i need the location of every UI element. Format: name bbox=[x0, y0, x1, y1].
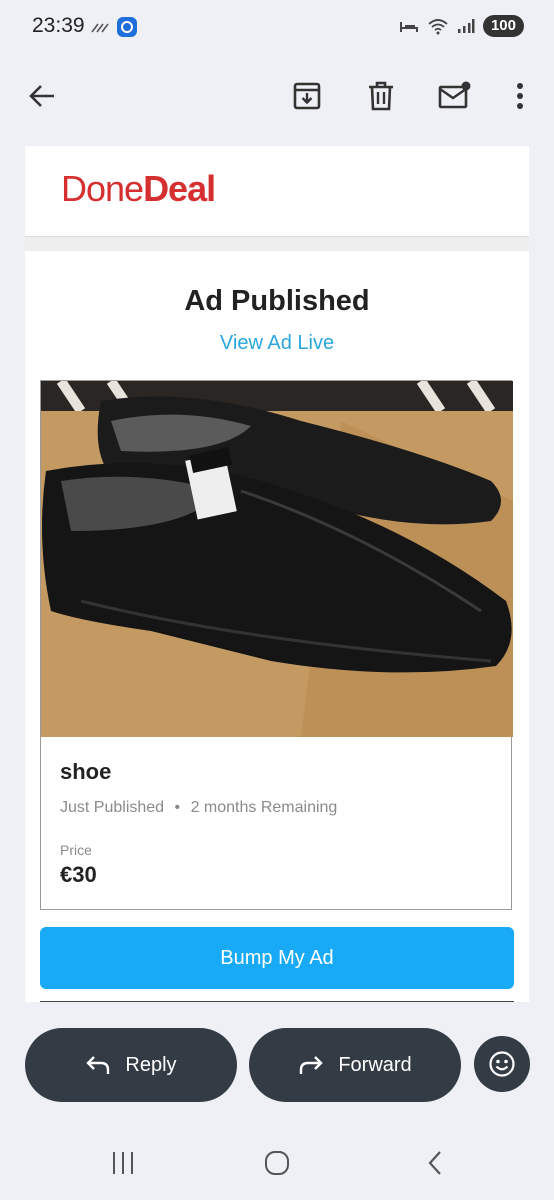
more-options-button[interactable] bbox=[502, 78, 538, 114]
email-toolbar bbox=[0, 60, 554, 132]
logo-text-part2: Deal bbox=[143, 168, 216, 209]
logo-text-part1: Done bbox=[61, 168, 144, 209]
app-notification-icon bbox=[117, 17, 137, 37]
mail-unread-icon bbox=[438, 81, 471, 109]
ad-title: shoe bbox=[60, 759, 112, 784]
ad-card[interactable]: shoe Just Published • 2 months Remaining… bbox=[40, 380, 513, 910]
forward-icon bbox=[300, 1056, 324, 1074]
donedeal-logo: DoneDeal bbox=[61, 168, 216, 210]
status-right-icons: 100 bbox=[399, 15, 524, 37]
ad-meta: Just Published • 2 months Remaining bbox=[60, 799, 337, 817]
more-vert-icon bbox=[517, 83, 523, 109]
status-bar: 23:39 100 bbox=[0, 0, 554, 56]
reply-label: Reply bbox=[125, 1053, 177, 1076]
forward-label: Forward bbox=[338, 1053, 412, 1076]
recent-apps-icon bbox=[113, 1152, 133, 1174]
bump-my-ad-button[interactable]: Bump My Ad bbox=[40, 927, 514, 989]
cell-signal-icon bbox=[457, 19, 475, 33]
reply-icon bbox=[86, 1056, 110, 1074]
wifi-icon bbox=[428, 19, 448, 35]
sleep-mode-icon bbox=[399, 22, 418, 32]
archive-button[interactable] bbox=[289, 78, 325, 114]
arrow-back-icon bbox=[29, 85, 54, 107]
recent-apps-button[interactable] bbox=[108, 1150, 138, 1176]
reply-action-bar: Reply Forward bbox=[0, 1002, 554, 1122]
mark-unread-button[interactable] bbox=[437, 78, 473, 114]
page-title: Ad Published bbox=[184, 285, 370, 317]
ad-photo bbox=[41, 381, 513, 737]
ad-remaining: 2 months Remaining bbox=[190, 799, 338, 816]
home-button[interactable] bbox=[262, 1150, 292, 1176]
chevron-left-icon bbox=[428, 1151, 441, 1175]
status-left-icons bbox=[90, 16, 138, 38]
system-navigation-bar bbox=[0, 1122, 554, 1200]
smiley-icon bbox=[489, 1051, 515, 1077]
ad-status: Just Published bbox=[60, 799, 165, 816]
back-button[interactable] bbox=[24, 78, 60, 114]
battery-indicator: 100 bbox=[482, 15, 524, 37]
trash-icon bbox=[369, 81, 393, 111]
email-header: DoneDeal bbox=[25, 146, 529, 236]
meta-separator-dot: • bbox=[174, 799, 181, 816]
system-back-button[interactable] bbox=[420, 1150, 450, 1176]
view-ad-live-link[interactable]: View Ad Live bbox=[25, 332, 529, 355]
emoji-reaction-button[interactable] bbox=[474, 1036, 530, 1092]
archive-icon bbox=[293, 82, 321, 110]
forward-button[interactable]: Forward bbox=[249, 1028, 461, 1102]
price-label: Price bbox=[60, 842, 92, 858]
shoe-photo-image bbox=[41, 381, 513, 737]
reply-button[interactable]: Reply bbox=[25, 1028, 237, 1102]
home-icon bbox=[265, 1151, 289, 1175]
delete-button[interactable] bbox=[363, 78, 399, 114]
header-divider bbox=[25, 236, 529, 251]
status-time: 23:39 bbox=[32, 14, 85, 37]
signal-dots-icon bbox=[91, 23, 109, 33]
price-value: €30 bbox=[60, 862, 97, 887]
email-body: DoneDeal Ad Published View Ad Live shoe … bbox=[25, 146, 529, 1002]
